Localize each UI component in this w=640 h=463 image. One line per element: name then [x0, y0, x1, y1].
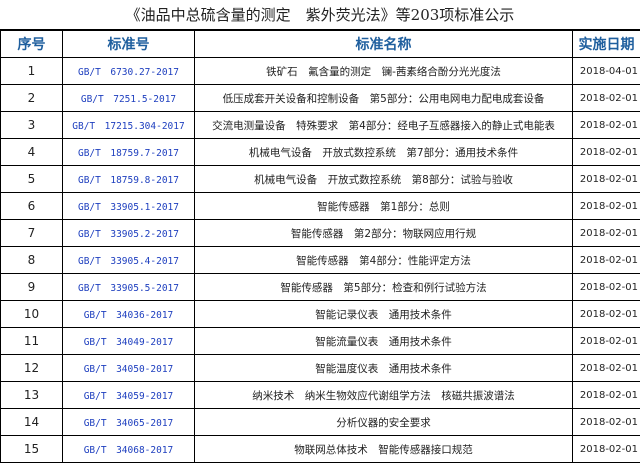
row-effective-date-cell: 2018-04-01: [573, 58, 640, 85]
header-effective-date: 实施日期: [573, 31, 640, 58]
page-title: 《油品中总硫含量的测定 紫外荧光法》等203项标准公示: [0, 0, 640, 30]
table-row: 3GB/T 17215.304-2017交流电测量设备 特殊要求 第4部分：经电…: [1, 112, 640, 139]
row-standard-number-cell: GB/T 34036-2017: [63, 301, 195, 328]
row-standard-number-cell: GB/T 34059-2017: [63, 382, 195, 409]
table-row: 13GB/T 34059-2017纳米技术 纳米生物效应代谢组学方法 核磁共振波…: [1, 382, 640, 409]
table-row: 4GB/T 18759.7-2017机械电气设备 开放式数控系统 第7部分：通用…: [1, 139, 640, 166]
row-seq-cell: 11: [1, 328, 63, 355]
row-standard-number-cell: GB/T 18759.7-2017: [63, 139, 195, 166]
row-seq-cell: 10: [1, 301, 63, 328]
row-standard-number-cell: GB/T 34050-2017: [63, 355, 195, 382]
row-seq-cell: 3: [1, 112, 63, 139]
row-standard-number-cell: GB/T 33905.5-2017: [63, 274, 195, 301]
table-row: 9GB/T 33905.5-2017智能传感器 第5部分：检查和例行试验方法20…: [1, 274, 640, 301]
row-standard-name-cell: 智能传感器 第5部分：检查和例行试验方法: [195, 274, 573, 301]
table-header-row: 序号 标准号 标准名称 实施日期: [1, 31, 640, 58]
row-standard-name-cell: 分析仪器的安全要求: [195, 409, 573, 436]
row-standard-number-cell: GB/T 34068-2017: [63, 436, 195, 463]
row-standard-number-cell: GB/T 17215.304-2017: [63, 112, 195, 139]
row-standard-name-cell: 纳米技术 纳米生物效应代谢组学方法 核磁共振波谱法: [195, 382, 573, 409]
row-standard-name-cell: 智能流量仪表 通用技术条件: [195, 328, 573, 355]
standards-table: 序号 标准号 标准名称 实施日期 1GB/T 6730.27-2017铁矿石 氟…: [0, 30, 640, 463]
row-seq-cell: 7: [1, 220, 63, 247]
row-standard-number-cell: GB/T 7251.5-2017: [63, 85, 195, 112]
row-standard-number-cell: GB/T 33905.4-2017: [63, 247, 195, 274]
row-effective-date-cell: 2018-02-01: [573, 382, 640, 409]
row-standard-number-cell: GB/T 33905.1-2017: [63, 193, 195, 220]
table-row: 2GB/T 7251.5-2017低压成套开关设备和控制设备 第5部分：公用电网…: [1, 85, 640, 112]
header-standard-name: 标准名称: [195, 31, 573, 58]
row-effective-date-cell: 2018-02-01: [573, 166, 640, 193]
row-effective-date-cell: 2018-02-01: [573, 301, 640, 328]
row-seq-cell: 14: [1, 409, 63, 436]
row-standard-name-cell: 智能温度仪表 通用技术条件: [195, 355, 573, 382]
row-effective-date-cell: 2018-02-01: [573, 409, 640, 436]
row-seq-cell: 5: [1, 166, 63, 193]
row-standard-name-cell: 智能传感器 第1部分：总则: [195, 193, 573, 220]
standards-notice-sheet: 《油品中总硫含量的测定 紫外荧光法》等203项标准公示 序号 标准号 标准名称 …: [0, 0, 640, 457]
row-seq-cell: 13: [1, 382, 63, 409]
header-standard-number: 标准号: [63, 31, 195, 58]
row-effective-date-cell: 2018-02-01: [573, 220, 640, 247]
row-standard-name-cell: 智能传感器 第2部分：物联网应用行规: [195, 220, 573, 247]
row-standard-number-cell: GB/T 6730.27-2017: [63, 58, 195, 85]
row-effective-date-cell: 2018-02-01: [573, 193, 640, 220]
row-standard-name-cell: 机械电气设备 开放式数控系统 第8部分：试验与验收: [195, 166, 573, 193]
row-standard-number-cell: GB/T 34065-2017: [63, 409, 195, 436]
row-standard-number-cell: GB/T 33905.2-2017: [63, 220, 195, 247]
row-effective-date-cell: 2018-02-01: [573, 85, 640, 112]
row-standard-name-cell: 铁矿石 氟含量的测定 镧-茜素络合酚分光光度法: [195, 58, 573, 85]
table-row: 15GB/T 34068-2017物联网总体技术 智能传感器接口规范2018-0…: [1, 436, 640, 463]
row-standard-number-cell: GB/T 34049-2017: [63, 328, 195, 355]
row-standard-name-cell: 智能记录仪表 通用技术条件: [195, 301, 573, 328]
row-seq-cell: 2: [1, 85, 63, 112]
row-standard-number-cell: GB/T 18759.8-2017: [63, 166, 195, 193]
row-seq-cell: 1: [1, 58, 63, 85]
row-seq-cell: 12: [1, 355, 63, 382]
table-row: 12GB/T 34050-2017智能温度仪表 通用技术条件2018-02-01: [1, 355, 640, 382]
row-effective-date-cell: 2018-02-01: [573, 328, 640, 355]
row-effective-date-cell: 2018-02-01: [573, 274, 640, 301]
row-effective-date-cell: 2018-02-01: [573, 355, 640, 382]
row-standard-name-cell: 物联网总体技术 智能传感器接口规范: [195, 436, 573, 463]
table-row: 5GB/T 18759.8-2017机械电气设备 开放式数控系统 第8部分：试验…: [1, 166, 640, 193]
row-seq-cell: 4: [1, 139, 63, 166]
row-effective-date-cell: 2018-02-01: [573, 436, 640, 463]
row-seq-cell: 15: [1, 436, 63, 463]
table-row: 14GB/T 34065-2017分析仪器的安全要求2018-02-01: [1, 409, 640, 436]
row-standard-name-cell: 智能传感器 第4部分：性能评定方法: [195, 247, 573, 274]
header-seq: 序号: [1, 31, 63, 58]
table-row: 11GB/T 34049-2017智能流量仪表 通用技术条件2018-02-01: [1, 328, 640, 355]
table-row: 6GB/T 33905.1-2017智能传感器 第1部分：总则2018-02-0…: [1, 193, 640, 220]
row-standard-name-cell: 低压成套开关设备和控制设备 第5部分：公用电网电力配电成套设备: [195, 85, 573, 112]
row-effective-date-cell: 2018-02-01: [573, 247, 640, 274]
row-seq-cell: 9: [1, 274, 63, 301]
row-seq-cell: 8: [1, 247, 63, 274]
row-standard-name-cell: 交流电测量设备 特殊要求 第4部分：经电子互感器接入的静止式电能表: [195, 112, 573, 139]
row-effective-date-cell: 2018-02-01: [573, 139, 640, 166]
table-row: 7GB/T 33905.2-2017智能传感器 第2部分：物联网应用行规2018…: [1, 220, 640, 247]
row-standard-name-cell: 机械电气设备 开放式数控系统 第7部分：通用技术条件: [195, 139, 573, 166]
row-effective-date-cell: 2018-02-01: [573, 112, 640, 139]
row-seq-cell: 6: [1, 193, 63, 220]
table-row: 8GB/T 33905.4-2017智能传感器 第4部分：性能评定方法2018-…: [1, 247, 640, 274]
table-row: 1GB/T 6730.27-2017铁矿石 氟含量的测定 镧-茜素络合酚分光光度…: [1, 58, 640, 85]
table-row: 10GB/T 34036-2017智能记录仪表 通用技术条件2018-02-01: [1, 301, 640, 328]
